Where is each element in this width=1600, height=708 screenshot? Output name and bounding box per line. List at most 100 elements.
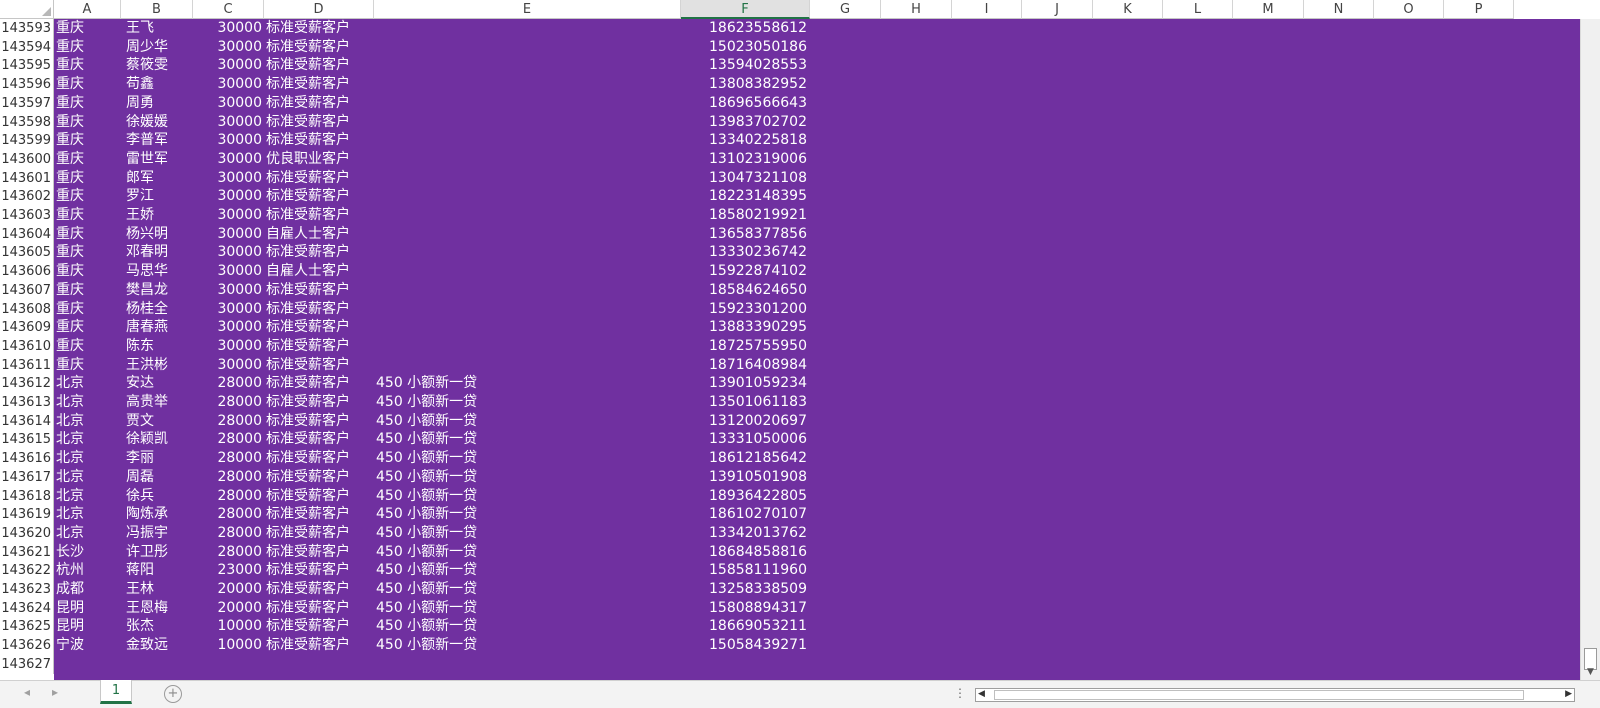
cell-b[interactable]: 贾文: [126, 412, 190, 431]
cell-c[interactable]: 28000: [193, 449, 262, 468]
cell-c[interactable]: 30000: [193, 337, 262, 356]
cell-a[interactable]: 重庆: [56, 300, 116, 319]
cell-b[interactable]: 邓春明: [126, 243, 190, 262]
cell-d[interactable]: 标准受薪客户: [266, 75, 372, 94]
cell-c[interactable]: 28000: [193, 393, 262, 412]
select-all-corner[interactable]: [0, 0, 54, 19]
cell-c[interactable]: 30000: [193, 281, 262, 300]
cell-f[interactable]: 18669053211: [681, 617, 807, 636]
add-sheet-icon[interactable]: +: [164, 685, 182, 703]
row-header[interactable]: 143605: [0, 243, 54, 262]
cell-f[interactable]: 18936422805: [681, 487, 807, 506]
column-header-h[interactable]: H: [881, 0, 952, 19]
cell-f[interactable]: [681, 655, 807, 674]
cell-c[interactable]: 23000: [193, 561, 262, 580]
cell-d[interactable]: 标准受薪客户: [266, 449, 372, 468]
cell-b[interactable]: 王恩梅: [126, 599, 190, 618]
cell-a[interactable]: 重庆: [56, 318, 116, 337]
cell-f[interactable]: 15023050186: [681, 38, 807, 57]
cell-b[interactable]: 樊昌龙: [126, 281, 190, 300]
scroll-right-icon[interactable]: ▶: [1565, 689, 1572, 699]
column-header-c[interactable]: C: [193, 0, 264, 19]
cell-e[interactable]: 450 小额新一贷: [376, 543, 676, 562]
cell-f[interactable]: 13808382952: [681, 75, 807, 94]
cell-f[interactable]: 13983702702: [681, 113, 807, 132]
cell-a[interactable]: [56, 655, 116, 674]
row-header[interactable]: 143625: [0, 617, 54, 636]
cell-e[interactable]: 450 小额新一贷: [376, 449, 676, 468]
cell-f[interactable]: 13658377856: [681, 225, 807, 244]
row-header[interactable]: 143618: [0, 487, 54, 506]
cell-a[interactable]: 重庆: [56, 356, 116, 375]
row-header[interactable]: 143603: [0, 206, 54, 225]
cell-b[interactable]: 马思华: [126, 262, 190, 281]
cell-c[interactable]: 30000: [193, 300, 262, 319]
column-header-p[interactable]: P: [1444, 0, 1514, 19]
cell-a[interactable]: 北京: [56, 468, 116, 487]
cell-a[interactable]: 重庆: [56, 38, 116, 57]
cell-b[interactable]: 蒋阳: [126, 561, 190, 580]
row-header[interactable]: 143601: [0, 169, 54, 188]
column-header-e[interactable]: E: [374, 0, 681, 19]
cell-d[interactable]: 标准受薪客户: [266, 169, 372, 188]
cell-d[interactable]: 标准受薪客户: [266, 505, 372, 524]
row-header[interactable]: 143619: [0, 505, 54, 524]
cell-e[interactable]: [376, 38, 676, 57]
cell-c[interactable]: 30000: [193, 206, 262, 225]
cell-e[interactable]: 450 小额新一贷: [376, 487, 676, 506]
cell-d[interactable]: 标准受薪客户: [266, 187, 372, 206]
cell-c[interactable]: 30000: [193, 75, 262, 94]
cell-c[interactable]: 30000: [193, 113, 262, 132]
cell-e[interactable]: 450 小额新一贷: [376, 374, 676, 393]
cell-f[interactable]: 18623558612: [681, 19, 807, 38]
row-header[interactable]: 143621: [0, 543, 54, 562]
cell-a[interactable]: 重庆: [56, 243, 116, 262]
cell-f[interactable]: 18725755950: [681, 337, 807, 356]
cell-f[interactable]: 13501061183: [681, 393, 807, 412]
cell-b[interactable]: 雷世军: [126, 150, 190, 169]
cell-e[interactable]: [376, 243, 676, 262]
cell-e[interactable]: [376, 262, 676, 281]
cell-a[interactable]: 重庆: [56, 337, 116, 356]
row-header[interactable]: 143597: [0, 94, 54, 113]
cell-e[interactable]: [376, 150, 676, 169]
column-header-d[interactable]: D: [264, 0, 374, 19]
cell-f[interactable]: 15808894317: [681, 599, 807, 618]
cell-d[interactable]: 标准受薪客户: [266, 543, 372, 562]
cell-e[interactable]: 450 小额新一贷: [376, 505, 676, 524]
row-header[interactable]: 143615: [0, 430, 54, 449]
cell-c[interactable]: 30000: [193, 356, 262, 375]
cell-e[interactable]: 450 小额新一贷: [376, 580, 676, 599]
cell-a[interactable]: 北京: [56, 393, 116, 412]
cell-e[interactable]: 450 小额新一贷: [376, 524, 676, 543]
cell-e[interactable]: [376, 94, 676, 113]
cell-b[interactable]: 安达: [126, 374, 190, 393]
cell-b[interactable]: 周磊: [126, 468, 190, 487]
cell-b[interactable]: 陈东: [126, 337, 190, 356]
column-header-m[interactable]: M: [1233, 0, 1304, 19]
cell-d[interactable]: 标准受薪客户: [266, 374, 372, 393]
cell-a[interactable]: 宁波: [56, 636, 116, 655]
cell-d[interactable]: 自雇人士客户: [266, 262, 372, 281]
cell-c[interactable]: 10000: [193, 636, 262, 655]
cell-f[interactable]: 13331050006: [681, 430, 807, 449]
scroll-down-icon[interactable]: ▼: [1581, 664, 1600, 680]
row-header[interactable]: 143620: [0, 524, 54, 543]
cell-e[interactable]: 450 小额新一贷: [376, 393, 676, 412]
cell-b[interactable]: 冯振宇: [126, 524, 190, 543]
cell-a[interactable]: 重庆: [56, 94, 116, 113]
cell-a[interactable]: 昆明: [56, 599, 116, 618]
cell-d[interactable]: 标准受薪客户: [266, 636, 372, 655]
cell-f[interactable]: 13342013762: [681, 524, 807, 543]
cell-a[interactable]: 昆明: [56, 617, 116, 636]
cell-a[interactable]: 重庆: [56, 19, 116, 38]
cell-a[interactable]: 重庆: [56, 169, 116, 188]
cell-c[interactable]: 28000: [193, 524, 262, 543]
cell-e[interactable]: [376, 356, 676, 375]
cell-d[interactable]: 自雇人士客户: [266, 225, 372, 244]
column-header-b[interactable]: B: [121, 0, 193, 19]
cell-c[interactable]: 30000: [193, 150, 262, 169]
column-header-o[interactable]: O: [1374, 0, 1444, 19]
cell-a[interactable]: 重庆: [56, 113, 116, 132]
cell-b[interactable]: 周少华: [126, 38, 190, 57]
